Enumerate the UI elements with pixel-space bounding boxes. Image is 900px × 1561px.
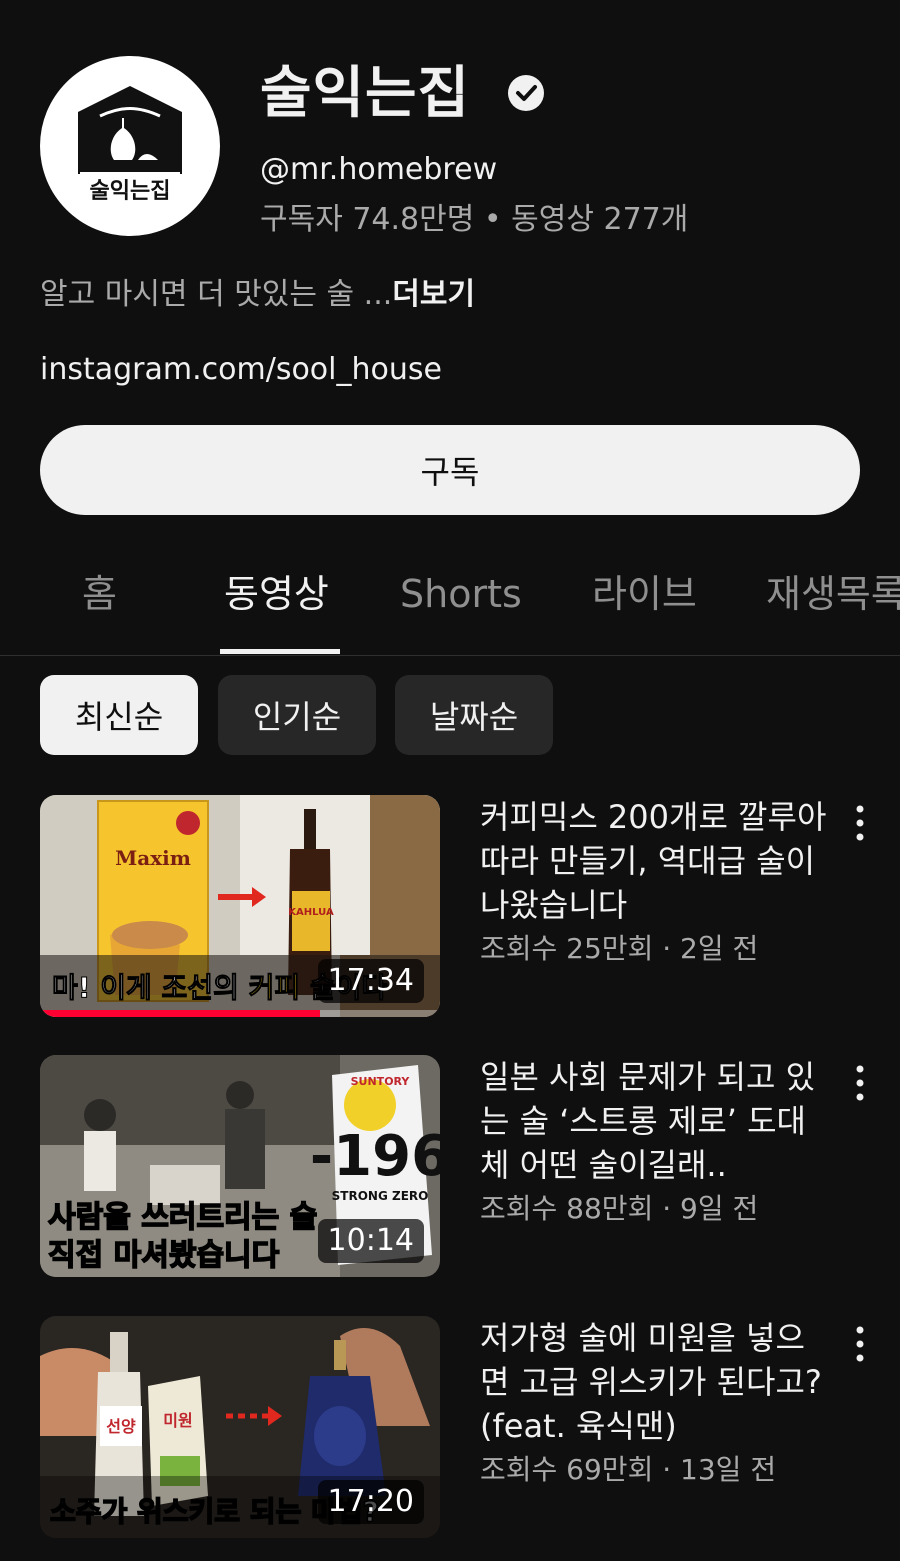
video-title[interactable]: 커피믹스 200개로 깔루아 따라 만들기, 역대급 술이 나왔습니다 — [480, 795, 830, 927]
chip-latest[interactable]: 최신순 — [40, 675, 198, 755]
verified-check-icon — [508, 75, 544, 111]
channel-link[interactable]: instagram.com/sool_house — [40, 350, 442, 390]
more-vert-icon[interactable] — [840, 799, 880, 849]
tab-live[interactable]: 라이브 — [592, 567, 697, 621]
channel-stats: 구독자 74.8만명 • 동영상 277개 — [260, 200, 688, 240]
video-meta: 조회수 69만회 · 13일 전 — [480, 1453, 777, 1486]
avatar-logo-text: 술익는집 — [90, 179, 171, 204]
more-vert-icon[interactable] — [840, 1059, 880, 1109]
tab-videos[interactable]: 동영상 — [224, 567, 329, 621]
channel-tabs: 홈 동영상 Shorts 라이브 재생목록 — [0, 545, 900, 656]
description-text: 알고 마시면 더 맛있는 술 ... — [40, 277, 393, 312]
tab-shorts[interactable]: Shorts — [400, 567, 522, 621]
subscriber-count: 구독자 74.8만명 — [260, 202, 475, 237]
video-duration: 17:20 — [317, 1480, 424, 1524]
video-meta: 조회수 88만회 · 9일 전 — [480, 1192, 759, 1225]
tab-home[interactable]: 홈 — [82, 567, 117, 621]
video-duration: 10:14 — [317, 1219, 424, 1263]
thumb-caption-left: 마! 이게 조선의 — [52, 971, 249, 1004]
can-number-text: -196 — [310, 1124, 440, 1189]
more-link[interactable]: 더보기 — [392, 277, 475, 312]
video-thumbnail[interactable]: SUNTORY -196 STRONG ZERO 사람을 쓰러트리는 술 직접 … — [40, 1055, 440, 1277]
video-title[interactable]: 일본 사회 문제가 되고 있는 술 ‘스트롱 제로’ 도대체 어떤 술이길래.. — [480, 1055, 830, 1187]
can-brand-text: SUNTORY — [351, 1075, 411, 1088]
maxim-brand-text: Maxim — [115, 846, 191, 870]
miwon-label-text: 미원 — [163, 1411, 192, 1430]
video-thumbnail[interactable]: Maxim KAHLUA 마! 이게 조선의 커피 술이다 17:34 — [40, 795, 440, 1017]
video-item[interactable]: SUNTORY -196 STRONG ZERO 사람을 쓰러트리는 술 직접 … — [0, 1055, 900, 1277]
channel-handle: @mr.homebrew — [260, 152, 498, 187]
video-count: 동영상 277개 — [511, 202, 689, 237]
kahlua-label-text: KAHLUA — [288, 907, 334, 918]
thumb-caption-highlight: 커피 — [249, 971, 301, 1004]
video-duration: 17:34 — [317, 959, 424, 1003]
subscribe-button[interactable]: 구독 — [40, 425, 860, 515]
channel-name: 술익는집 — [260, 61, 471, 126]
stats-separator: • — [483, 202, 502, 237]
watch-progress-fill — [40, 1010, 320, 1017]
chip-popular[interactable]: 인기순 — [218, 675, 376, 755]
video-title[interactable]: 저가형 술에 미원을 넣으면 고급 위스키가 된다고? (feat. 육식맨) — [480, 1316, 830, 1448]
channel-avatar[interactable]: 술익는집 — [40, 56, 220, 236]
soju-label-text: 선양 — [106, 1417, 136, 1436]
thumb-caption-line2: 직접 마셔봤습니다 — [48, 1238, 280, 1273]
can-label-text: STRONG ZERO — [332, 1189, 429, 1203]
active-tab-indicator — [220, 649, 340, 654]
watch-progress-bar — [40, 1010, 440, 1017]
video-item[interactable]: Maxim KAHLUA 마! 이게 조선의 커피 술이다 17:34 커피믹스… — [0, 795, 900, 1017]
thumb-caption-line1: 사람을 쓰러트리는 술 — [48, 1200, 317, 1235]
chip-date[interactable]: 날짜순 — [395, 675, 553, 755]
video-thumbnail[interactable]: 선양 미원 소주가 위스키로 되는 마법? 17:20 — [40, 1316, 440, 1538]
video-item[interactable]: 선양 미원 소주가 위스키로 되는 마법? 17:20 저가형 술에 미원을 넣… — [0, 1316, 900, 1538]
tab-playlists[interactable]: 재생목록 — [766, 567, 900, 621]
video-meta: 조회수 25만회 · 2일 전 — [480, 932, 759, 965]
house-bottle-logo-icon: 술익는집 — [78, 86, 182, 208]
more-vert-icon[interactable] — [840, 1320, 880, 1370]
channel-description[interactable]: 알고 마시면 더 맛있는 술 ...더보기 — [40, 275, 475, 315]
